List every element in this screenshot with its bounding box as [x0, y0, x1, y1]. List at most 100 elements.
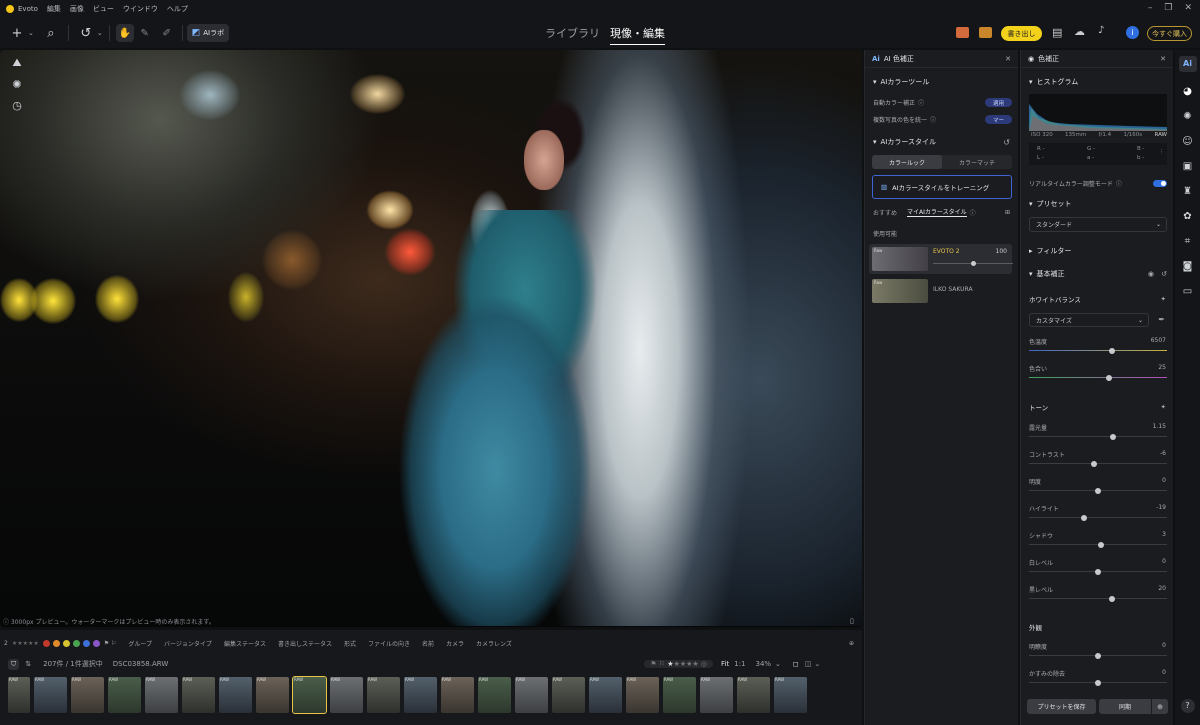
- slider-knob[interactable]: [1108, 347, 1115, 354]
- slider-knob[interactable]: [1097, 541, 1104, 548]
- slider-value[interactable]: 1.15: [1153, 423, 1166, 430]
- filter-section[interactable]: ▸ フィルター: [1021, 243, 1071, 259]
- info-icon[interactable]: i: [1126, 26, 1139, 39]
- slider-track[interactable]: [1029, 433, 1167, 440]
- save-preset-button[interactable]: プリセットを保存: [1027, 699, 1096, 714]
- compare-view-icon[interactable]: ◫: [805, 660, 812, 668]
- filmstrip-thumbnail[interactable]: RAW: [108, 677, 141, 713]
- style-strength-slider[interactable]: [933, 261, 1013, 266]
- filmstrip-thumbnail[interactable]: RAW: [737, 677, 770, 713]
- slider-value[interactable]: 20: [1158, 585, 1166, 592]
- filmstrip-thumbnail[interactable]: RAW: [367, 677, 400, 713]
- train-style-button[interactable]: ▨ AIカラースタイルをトレーニング: [872, 175, 1012, 199]
- history-icon[interactable]: ◷: [12, 99, 22, 112]
- filmstrip-thumbnail[interactable]: RAW: [219, 677, 252, 713]
- ai-tools-section[interactable]: ▾ AIカラーツール: [865, 74, 1018, 90]
- filmstrip-thumbnail[interactable]: RAW: [626, 677, 659, 713]
- eyedropper-icon[interactable]: ✒: [1158, 315, 1165, 324]
- photo-canvas[interactable]: [0, 50, 862, 627]
- menu-help[interactable]: ヘルプ: [167, 4, 188, 14]
- menu-view[interactable]: ビュー: [93, 4, 114, 14]
- slider-track[interactable]: [1029, 652, 1167, 659]
- slider-value[interactable]: -19: [1156, 504, 1166, 511]
- slider-knob[interactable]: [1108, 595, 1115, 602]
- filmstrip-thumbnail[interactable]: RAW: [515, 677, 548, 713]
- rating-filter[interactable]: ★★★★★: [12, 640, 39, 647]
- histogram-section[interactable]: ▾ ヒストグラム: [1021, 74, 1173, 90]
- slider-knob[interactable]: [1106, 374, 1113, 381]
- slider-value[interactable]: -6: [1160, 450, 1166, 457]
- folder-tool-icon[interactable]: ▭: [1183, 286, 1192, 297]
- filmstrip-thumbnail[interactable]: RAW: [774, 677, 807, 713]
- single-view-icon[interactable]: ◻: [793, 660, 799, 668]
- slider-knob[interactable]: [1095, 652, 1101, 659]
- undo-icon[interactable]: ↺: [75, 26, 97, 41]
- menu-image[interactable]: 画像: [70, 4, 84, 14]
- style-item-evoto2[interactable]: Raw EVOTO 2 100: [869, 244, 1013, 274]
- slider-track[interactable]: [1029, 460, 1167, 467]
- reset-icon[interactable]: ↺: [1161, 270, 1167, 278]
- hand-tool-icon[interactable]: ✋: [115, 24, 134, 42]
- subtab-recommended[interactable]: おすすめ: [873, 208, 897, 217]
- color-label-dot[interactable]: [82, 639, 90, 647]
- filmstrip-thumbnail[interactable]: RAW: [404, 677, 437, 713]
- filmstrip-thumbnail[interactable]: RAW: [145, 677, 178, 713]
- minimize-icon[interactable]: –: [1148, 3, 1153, 13]
- filmstrip-thumbnail[interactable]: RAW: [8, 677, 30, 713]
- auto-wand-icon[interactable]: ✦: [1161, 403, 1166, 411]
- maximize-icon[interactable]: ❐: [1164, 3, 1172, 13]
- slider-track[interactable]: [1029, 568, 1167, 575]
- add-icon[interactable]: +: [6, 26, 28, 41]
- filter-export-status[interactable]: 書き出しステータス: [278, 639, 332, 648]
- menu-window[interactable]: ウインドウ: [123, 4, 158, 14]
- slider-track[interactable]: [1029, 347, 1167, 354]
- slider-value[interactable]: 3: [1162, 531, 1166, 538]
- filter-format[interactable]: 形式: [344, 639, 356, 648]
- buy-now-button[interactable]: 今すぐ購入: [1147, 26, 1192, 41]
- export-button[interactable]: 書き出し: [1001, 26, 1042, 41]
- filter-lens[interactable]: カメラレンズ: [476, 639, 512, 648]
- subtab-my-styles[interactable]: マイAIカラースタイル: [907, 207, 967, 217]
- help-circle-icon[interactable]: ?: [1180, 699, 1195, 713]
- clothing-tool-icon[interactable]: ♜: [1183, 186, 1192, 197]
- filmstrip-thumbnail[interactable]: RAW: [292, 676, 327, 714]
- close-icon[interactable]: ✕: [1160, 55, 1166, 63]
- unify-button[interactable]: マー: [985, 115, 1012, 124]
- slider-knob[interactable]: [1095, 679, 1101, 686]
- slider-knob[interactable]: [1095, 568, 1101, 575]
- basic-section[interactable]: ▾ 基本補正 ◉ ↺: [1021, 266, 1174, 282]
- filmstrip-thumbnail[interactable]: RAW: [256, 677, 289, 713]
- filter-settings-icon[interactable]: ⊕: [849, 640, 854, 647]
- filmstrip-thumbnail[interactable]: RAW: [700, 677, 733, 713]
- effects-icon[interactable]: ✺: [12, 78, 21, 91]
- preset-select[interactable]: スタンダード ⌄: [1029, 217, 1167, 232]
- color-label-filter[interactable]: [42, 639, 100, 647]
- slider-knob[interactable]: [1110, 433, 1117, 440]
- zoom-level[interactable]: 34%: [755, 660, 771, 668]
- strength-knob[interactable]: [971, 261, 976, 266]
- filmstrip-thumbnail[interactable]: RAW: [663, 677, 696, 713]
- portrait-ai-icon[interactable]: ⛰: [12, 56, 21, 70]
- zoom-1to1-button[interactable]: 1:1: [734, 660, 745, 668]
- zoom-fit-button[interactable]: Fit: [721, 660, 729, 668]
- slider-value[interactable]: 0: [1162, 477, 1166, 484]
- background-tool-icon[interactable]: ▣: [1183, 161, 1192, 172]
- filter-edit-status[interactable]: 編集ステータス: [224, 639, 266, 648]
- slider-track[interactable]: [1029, 487, 1167, 494]
- pet-tool-icon[interactable]: ✿: [1183, 211, 1191, 222]
- ai-style-section[interactable]: ▾ AIカラースタイル ↺: [865, 134, 1018, 150]
- style-grid-icon[interactable]: ⊞: [1005, 209, 1010, 216]
- slider-value[interactable]: 0: [1162, 669, 1166, 676]
- filter-name[interactable]: 名前: [422, 639, 434, 648]
- sync-options-button[interactable]: ⊕: [1152, 699, 1168, 714]
- bell-icon[interactable]: ♪: [1098, 25, 1104, 36]
- crop-tool-icon[interactable]: ⌗: [1185, 236, 1191, 247]
- brush-tool-icon[interactable]: ✎: [134, 28, 156, 39]
- tasks-icon[interactable]: ▤: [1052, 26, 1062, 39]
- color-label-dot[interactable]: [42, 639, 50, 647]
- eye-icon[interactable]: ◉: [1148, 270, 1154, 278]
- tab-color-look[interactable]: カラールック: [872, 155, 942, 169]
- filter-camera[interactable]: カメラ: [446, 639, 464, 648]
- auto-wand-icon[interactable]: ✦: [1161, 295, 1166, 303]
- slider-knob[interactable]: [1081, 514, 1088, 521]
